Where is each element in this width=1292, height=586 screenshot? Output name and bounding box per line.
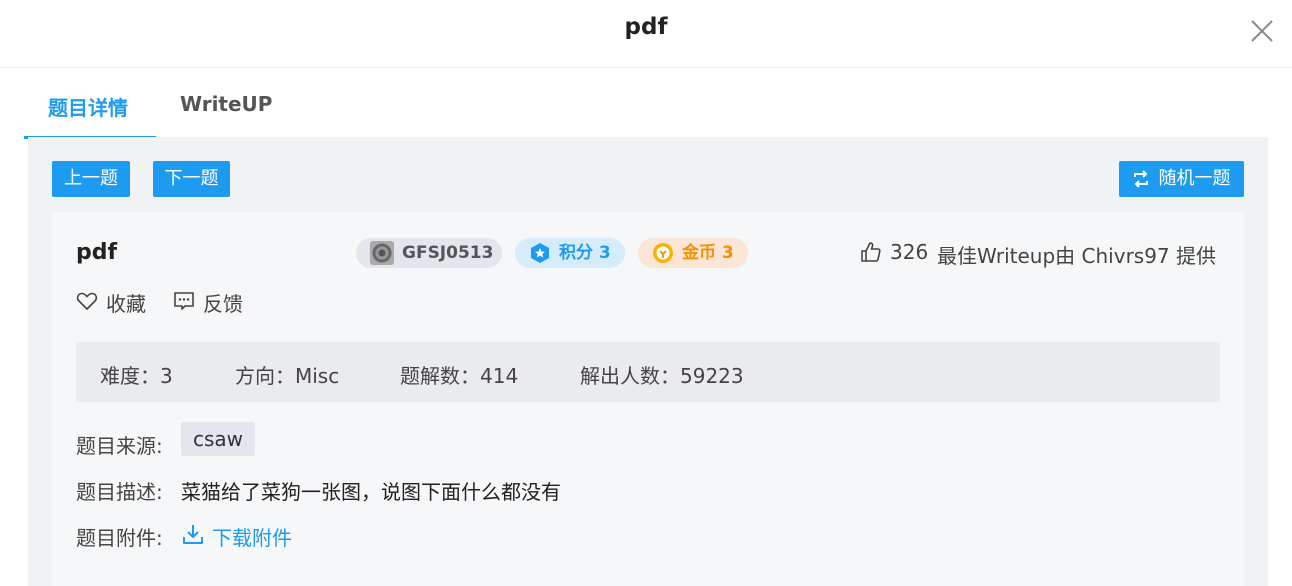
author-badge[interactable]: GFSJ0513 [356,238,502,268]
coin-icon [653,243,673,263]
close-icon[interactable] [1248,17,1276,45]
challenge-name: pdf [76,240,118,265]
dialog-title: pdf [624,14,668,40]
best-writeup-text: 最佳Writeup由 Chivrs97 提供 [937,244,1217,268]
difficulty-stat: 难度：3 [100,364,173,388]
solutions-stat: 题解数：414 [400,364,519,388]
tab-writeup[interactable]: WriteUP [180,92,272,116]
tab-details[interactable]: 题目详情 [48,92,128,121]
feedback-icon [174,292,194,310]
solvers-stat: 解出人数：59223 [580,364,744,388]
favorite-button[interactable]: 收藏 [76,288,156,316]
likes-count: 326 [890,240,929,264]
star-icon [531,243,549,263]
feedback-label: 反馈 [203,292,243,316]
heart-icon [76,292,98,310]
download-label: 下载附件 [212,526,292,550]
avatar [370,241,394,265]
score-value: 积分 3 [559,243,611,263]
author-id: GFSJ0513 [402,243,494,263]
content-panel: 上一题 下一题 随机一题 pdf GFSJ0513 积分 3 金币 3 326 … [28,137,1268,586]
coin-value: 金币 3 [682,243,734,263]
description-label: 题目描述: [76,480,163,504]
source-label: 题目来源: [76,434,163,458]
favorite-label: 收藏 [106,292,146,316]
download-icon [183,525,203,544]
source-tag[interactable]: csaw [181,422,256,456]
thumbs-up-icon[interactable] [860,241,882,263]
direction-stat: 方向：Misc [235,364,340,388]
feedback-button[interactable]: 反馈 [173,288,253,316]
dialog-header: pdf [0,0,1292,68]
stats-bar: 难度：3 方向：Misc 题解数：414 解出人数：59223 [76,342,1220,402]
score-badge: 积分 3 [515,238,625,268]
prev-question-button[interactable]: 上一题 [52,161,130,197]
attachment-label: 题目附件: [76,526,163,550]
description-text: 菜猫给了菜狗一张图，说图下面什么都没有 [181,480,561,504]
coin-badge: 金币 3 [638,238,748,268]
random-question-label: 随机一题 [1158,168,1231,189]
random-question-button[interactable]: 随机一题 [1119,161,1244,197]
shuffle-icon [1134,170,1148,188]
next-question-button[interactable]: 下一题 [153,161,230,197]
challenge-card: pdf GFSJ0513 积分 3 金币 3 326 最佳Writeup由 Ch… [52,212,1244,586]
